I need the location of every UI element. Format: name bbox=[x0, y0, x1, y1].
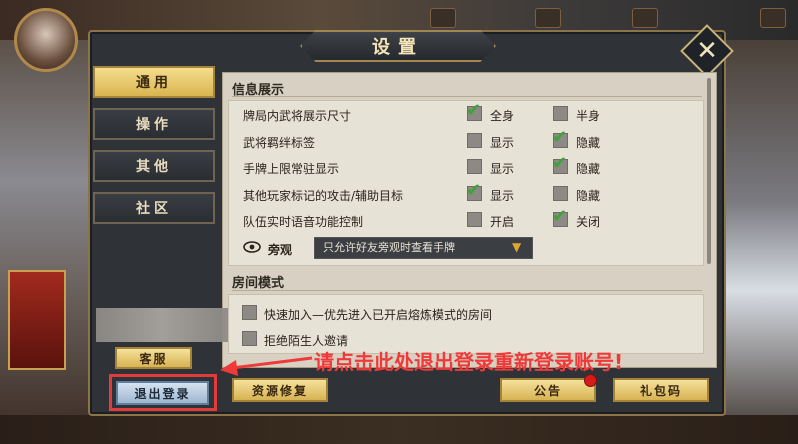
tab-community[interactable]: 社区 bbox=[93, 192, 215, 224]
checkbox-target-hide[interactable] bbox=[553, 186, 568, 201]
option-label: 显示 bbox=[490, 189, 515, 203]
row-label: 武将羁绊标签 bbox=[243, 136, 316, 150]
dialog-title: 设置 bbox=[372, 37, 424, 58]
option-label: 半身 bbox=[576, 109, 601, 123]
option-label: 全身 bbox=[490, 109, 515, 123]
spectator-label: 旁观 bbox=[268, 243, 293, 257]
section-header-room: 房间模式 bbox=[232, 276, 285, 291]
checkbox-half-body[interactable] bbox=[553, 106, 568, 121]
option-label: 开启 bbox=[490, 215, 515, 229]
top-menu-button[interactable] bbox=[535, 8, 561, 28]
check-icon: ✔ bbox=[552, 206, 568, 227]
option-label: 隐藏 bbox=[576, 162, 601, 176]
tab-controls[interactable]: 操作 bbox=[93, 108, 215, 140]
redacted-area bbox=[96, 308, 228, 342]
row-label: 牌局内武将展示尺寸 bbox=[243, 109, 352, 123]
annotation-text: 请点击此处退出登录重新登录账号! bbox=[314, 350, 624, 374]
option-label: 关闭 bbox=[576, 215, 601, 229]
chevron-down-icon[interactable]: ▼ bbox=[512, 240, 521, 254]
top-menu-button[interactable] bbox=[430, 8, 456, 28]
row-label: 快速加入—优先进入已开启熔炼模式的房间 bbox=[264, 308, 493, 322]
tab-other[interactable]: 其他 bbox=[93, 150, 215, 182]
check-icon: ✔ bbox=[466, 100, 482, 121]
arrow-icon bbox=[220, 356, 313, 376]
check-icon: ✔ bbox=[552, 127, 568, 148]
checkbox-bond-show[interactable] bbox=[467, 133, 482, 148]
customer-service-button[interactable]: 客服 bbox=[115, 347, 192, 369]
check-icon: ✔ bbox=[466, 180, 482, 201]
gift-code-button[interactable]: 礼包码 bbox=[613, 378, 709, 402]
dialog-title-plate: 设置 bbox=[300, 30, 496, 62]
option-label: 显示 bbox=[490, 162, 515, 176]
row-label: 队伍实时语音功能控制 bbox=[243, 215, 364, 229]
notification-dot bbox=[584, 374, 597, 387]
spectator-dropdown[interactable]: 只允许好友旁观时查看手牌 bbox=[314, 237, 533, 259]
eye-icon bbox=[243, 241, 261, 253]
player-avatar bbox=[14, 8, 78, 72]
option-label: 隐藏 bbox=[576, 136, 601, 150]
check-icon: ✔ bbox=[552, 153, 568, 174]
close-icon[interactable]: ✕ bbox=[690, 34, 724, 68]
scrollbar[interactable] bbox=[707, 78, 711, 264]
option-label: 显示 bbox=[490, 136, 515, 150]
divider bbox=[232, 96, 702, 97]
announcement-button[interactable]: 公告 bbox=[500, 378, 596, 402]
game-background-right bbox=[725, 40, 798, 444]
row-label: 手牌上限常驻显示 bbox=[243, 162, 340, 176]
game-background-left bbox=[0, 40, 90, 444]
tab-general[interactable]: 通用 bbox=[93, 66, 215, 98]
checkbox-handlimit-show[interactable] bbox=[467, 159, 482, 174]
event-banner bbox=[8, 270, 66, 370]
row-label: 其他玩家标记的攻击/辅助目标 bbox=[243, 189, 404, 203]
top-menu-button[interactable] bbox=[760, 8, 786, 28]
checkbox-reject-invites[interactable] bbox=[242, 331, 257, 346]
highlight-frame bbox=[109, 374, 217, 411]
top-menu-button[interactable] bbox=[632, 8, 658, 28]
game-bottom-bar bbox=[0, 415, 798, 444]
option-label: 隐藏 bbox=[576, 189, 601, 203]
checkbox-voice-on[interactable] bbox=[467, 212, 482, 227]
checkbox-quick-join[interactable] bbox=[242, 305, 257, 320]
divider bbox=[232, 290, 702, 291]
